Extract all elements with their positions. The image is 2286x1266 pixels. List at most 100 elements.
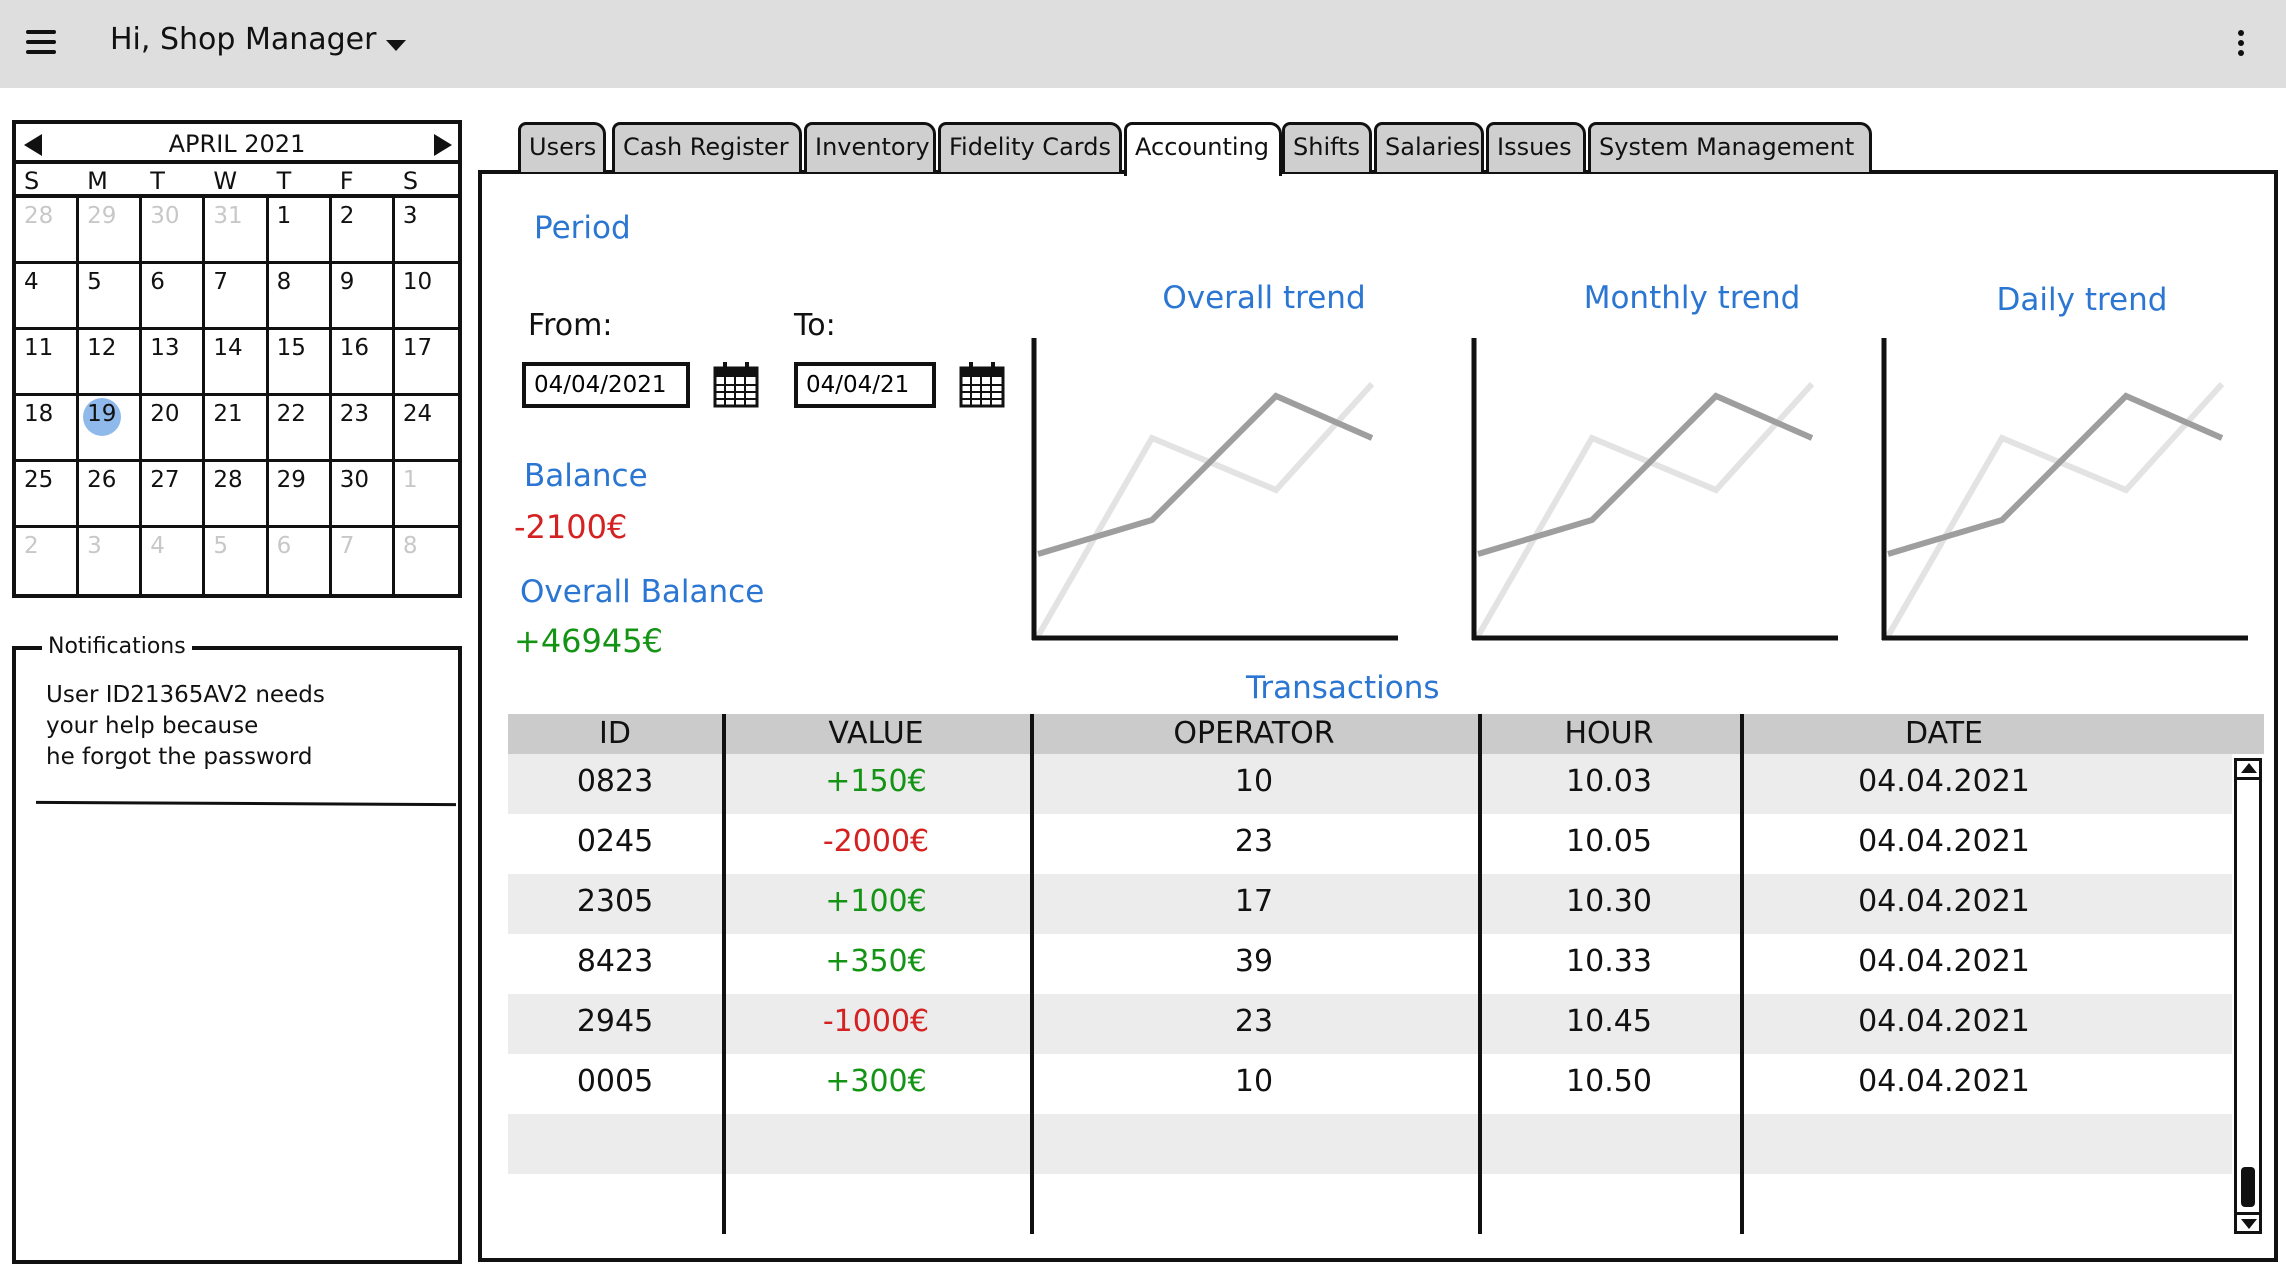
trend-line-secondary — [1035, 381, 1375, 638]
table-row[interactable]: 2945 -1000€ 23 10.45 04.04.2021 — [508, 994, 2232, 1054]
calendar-day[interactable]: 6 — [269, 528, 332, 594]
calendar-day[interactable]: 18 — [16, 396, 80, 462]
calendar-day[interactable]: 3 — [79, 528, 143, 594]
calendar-day-number: 3 — [87, 533, 102, 559]
notification-message[interactable]: User ID21365AV2 needs your help because … — [46, 680, 406, 773]
calendar-day[interactable]: 20 — [142, 396, 206, 462]
column-header-date[interactable]: DATE — [1740, 716, 2148, 751]
calendar-day[interactable]: 1 — [394, 462, 458, 528]
calendar-day[interactable]: 2 — [16, 528, 80, 594]
calendar-day[interactable]: 23 — [331, 396, 395, 462]
calendar-day[interactable]: 17 — [394, 330, 458, 396]
calendar-day[interactable]: 31 — [205, 198, 269, 264]
cell-operator: 23 — [1234, 1004, 1274, 1039]
cell-id: 2305 — [576, 884, 654, 919]
calendar-day-number: 14 — [213, 335, 243, 361]
calendar-day[interactable]: 7 — [205, 264, 269, 330]
calendar-day[interactable]: 14 — [205, 330, 269, 396]
table-row[interactable]: 0005 +300€ 10 10.50 04.04.2021 — [508, 1054, 2232, 1114]
cell-value: +100€ — [825, 884, 927, 919]
calendar-day-number: 23 — [339, 401, 369, 427]
tab-shifts[interactable]: Shifts — [1282, 122, 1372, 172]
tab-accounting[interactable]: Accounting — [1124, 122, 1282, 176]
tab-system-management[interactable]: System Management — [1588, 122, 1872, 172]
calendar-day[interactable]: 21 — [205, 396, 269, 462]
trend-line-primary — [1887, 392, 2224, 557]
calendar-day[interactable]: 28 — [16, 198, 80, 264]
notification-line: User ID21365AV2 needs — [46, 682, 325, 708]
table-row[interactable]: 2305 +100€ 17 10.30 04.04.2021 — [508, 874, 2232, 934]
table-row[interactable]: 8423 +350€ 39 10.33 04.04.2021 — [508, 934, 2232, 994]
calendar-day[interactable]: 30 — [142, 198, 206, 264]
calendar-day[interactable]: 29 — [79, 198, 143, 264]
calendar-day-number: 17 — [402, 335, 433, 361]
calendar-day[interactable]: 27 — [142, 462, 206, 528]
calendar-month-title: APRIL 2021 — [168, 130, 306, 158]
tab-issues[interactable]: Issues — [1486, 122, 1586, 172]
tab-fidelity-cards[interactable]: Fidelity Cards — [938, 122, 1122, 172]
calendar-day[interactable]: 4 — [16, 264, 80, 330]
calendar-day[interactable]: 15 — [268, 330, 332, 396]
calendar-day[interactable]: 6 — [142, 264, 206, 330]
calendar-day[interactable]: 22 — [268, 396, 332, 462]
weekday-label: S — [24, 167, 40, 195]
calendar-day-number: 18 — [24, 401, 54, 427]
tab-users[interactable]: Users — [518, 122, 606, 172]
cell-hour: 10.03 — [1566, 764, 1652, 799]
cell-operator: 17 — [1234, 884, 1274, 919]
calendar-day-selected[interactable]: 19 — [79, 396, 143, 462]
calendar-day[interactable]: 13 — [142, 330, 206, 396]
calendar-day[interactable]: 30 — [331, 462, 395, 528]
calendar-day[interactable]: 2 — [331, 198, 395, 264]
calendar-day[interactable]: 5 — [205, 528, 269, 594]
notifications-title: Notifications — [42, 634, 192, 659]
calendar-day[interactable]: 8 — [395, 528, 458, 594]
tab-inventory[interactable]: Inventory — [804, 122, 936, 172]
scroll-down-icon[interactable] — [2241, 1219, 2257, 1229]
column-header-value[interactable]: VALUE — [722, 716, 1030, 751]
table-row[interactable]: 0823 +150€ 10 10.03 04.04.2021 — [508, 754, 2232, 814]
cell-value: -2000€ — [822, 824, 930, 859]
menu-icon[interactable] — [26, 30, 56, 56]
cell-value: +300€ — [825, 1064, 927, 1099]
tab-salaries[interactable]: Salaries — [1374, 122, 1484, 172]
calendar-day[interactable]: 3 — [394, 198, 458, 264]
calendar-day[interactable]: 24 — [394, 396, 458, 462]
calendar-day[interactable]: 26 — [79, 462, 143, 528]
calendar-day[interactable]: 9 — [331, 264, 395, 330]
table-scrollbar[interactable] — [2234, 758, 2262, 1234]
calendar-day[interactable]: 1 — [268, 198, 332, 264]
scroll-up-icon[interactable] — [2241, 763, 2257, 773]
calendar-day[interactable]: 10 — [394, 264, 458, 330]
calendar-icon[interactable] — [959, 360, 1005, 408]
calendar-day-number: 22 — [276, 401, 306, 427]
next-month-icon[interactable] — [434, 134, 452, 156]
calendar-icon[interactable] — [713, 360, 759, 408]
calendar-day[interactable]: 28 — [205, 462, 269, 528]
to-date-input[interactable] — [794, 362, 936, 408]
calendar-day-number: 19 — [87, 401, 117, 427]
calendar-day[interactable]: 12 — [79, 330, 143, 396]
column-header-hour[interactable]: HOUR — [1478, 716, 1740, 751]
scroll-thumb[interactable] — [2241, 1167, 2255, 1207]
calendar-day-number: 6 — [150, 269, 165, 295]
tab-cash-register[interactable]: Cash Register — [612, 122, 802, 172]
calendar-day[interactable]: 29 — [268, 462, 332, 528]
calendar-day-number: 31 — [213, 203, 243, 229]
user-greeting[interactable]: Hi, Shop Manager — [110, 22, 376, 57]
chevron-down-icon[interactable] — [386, 40, 406, 51]
calendar-day[interactable]: 4 — [142, 528, 206, 594]
table-row[interactable]: 0245 -2000€ 23 10.05 04.04.2021 — [508, 814, 2232, 874]
more-options-icon[interactable] — [2236, 30, 2246, 58]
calendar-day[interactable]: 5 — [79, 264, 143, 330]
calendar-day[interactable]: 25 — [16, 462, 80, 528]
calendar-day[interactable]: 7 — [332, 528, 395, 594]
calendar-day-number: 1 — [402, 467, 418, 493]
daily-trend-title: Daily trend — [1996, 282, 2168, 318]
calendar-day[interactable]: 16 — [331, 330, 395, 396]
column-header-operator[interactable]: OPERATOR — [1030, 716, 1478, 751]
column-header-id[interactable]: ID — [508, 716, 722, 751]
calendar-day[interactable]: 11 — [16, 330, 80, 396]
from-date-input[interactable] — [522, 362, 690, 408]
calendar-day[interactable]: 8 — [268, 264, 332, 330]
